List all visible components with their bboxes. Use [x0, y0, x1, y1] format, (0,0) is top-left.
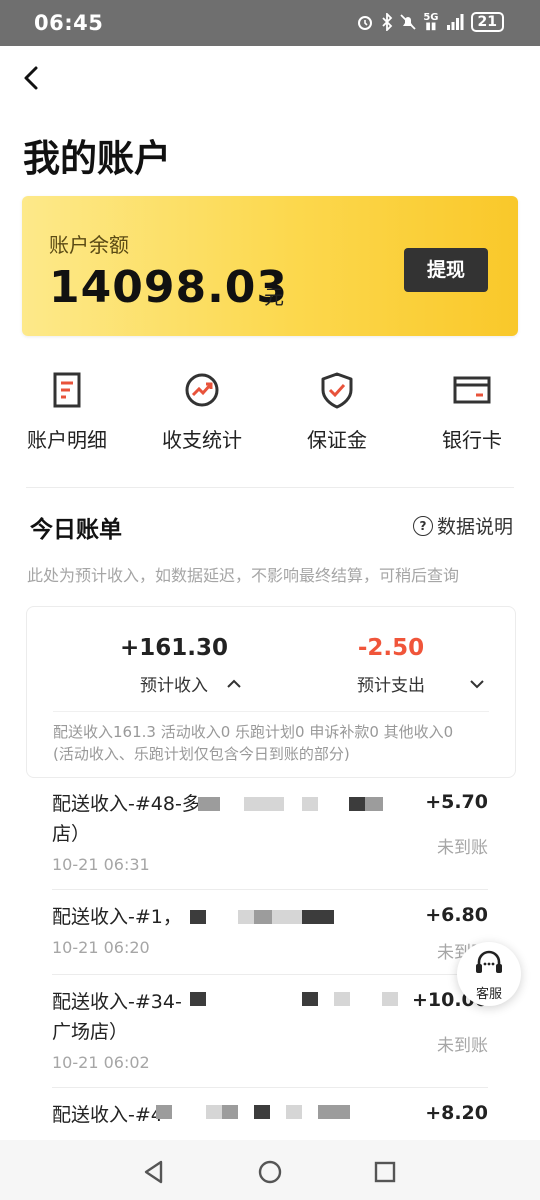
- question-icon: ?: [412, 515, 433, 536]
- summary-card: +161.30 预计收入 -2.50 预计支出 配送收入161.3 活动收入0 …: [26, 606, 516, 778]
- signal-icon: [446, 14, 464, 30]
- document-icon: [53, 372, 81, 408]
- data-help-label: 数据说明: [436, 516, 513, 538]
- bluetooth-icon: [382, 13, 393, 31]
- quick-action-label: 收支统计: [162, 428, 242, 452]
- redaction-mask: [190, 992, 206, 1006]
- redaction-mask: [365, 797, 383, 811]
- quick-action-statistics[interactable]: 收支统计: [142, 370, 262, 453]
- transaction-time: 10-21 06:20: [52, 938, 150, 957]
- trend-icon: [185, 373, 219, 407]
- today-bill-title: 今日账单: [30, 517, 122, 543]
- redaction-mask: [238, 910, 254, 924]
- redaction-mask: [254, 1105, 270, 1119]
- income-value: +161.30: [119, 635, 229, 661]
- transaction-row[interactable]: 配送收入-#34- 广场店） 10-21 06:02 +10.00 未到账: [52, 987, 488, 1087]
- transaction-time: 10-21 06:31: [52, 855, 150, 874]
- transaction-title: 配送收入-#4: [52, 1104, 163, 1126]
- redaction-mask: [302, 992, 318, 1006]
- redaction-mask: [254, 910, 272, 924]
- redaction-mask: [272, 910, 302, 924]
- balance-unit: 元: [264, 285, 284, 309]
- back-arrow-icon: [24, 66, 38, 90]
- nav-recent-icon[interactable]: [373, 1160, 397, 1184]
- transaction-row[interactable]: 配送收入-#4 +8.20: [52, 1100, 488, 1140]
- section-divider: [26, 487, 514, 488]
- quick-action-label: 账户明细: [27, 428, 107, 452]
- nav-back-icon[interactable]: [141, 1159, 167, 1185]
- redaction-mask: [222, 1105, 238, 1119]
- headset-icon: [476, 950, 502, 973]
- estimate-hint: 此处为预计收入，如数据延迟，不影响最终结算，可稍后查询: [27, 566, 460, 585]
- card-icon: [453, 376, 491, 404]
- redaction-mask: [334, 992, 350, 1006]
- balance-label: 账户余额: [49, 233, 129, 257]
- battery-indicator: 21: [470, 12, 504, 32]
- redaction-mask: [382, 992, 398, 1006]
- redaction-mask: [244, 797, 284, 811]
- chevron-up-icon[interactable]: [225, 675, 243, 693]
- status-icons: 5G ▮▮ 21: [356, 12, 504, 32]
- quick-actions: 账户明细 收支统计 保证金 银行卡: [0, 370, 540, 460]
- transaction-amount: +6.80: [425, 904, 488, 926]
- quick-action-account-details[interactable]: 账户明细: [7, 370, 127, 453]
- redaction-mask: [318, 1105, 350, 1119]
- transaction-amount: +8.20: [425, 1102, 488, 1124]
- alarm-icon: [358, 16, 373, 30]
- income-label: 预计收入: [140, 676, 208, 696]
- redaction-mask: [302, 797, 318, 811]
- quick-action-label: 银行卡: [442, 428, 502, 452]
- transaction-state: 未到账: [437, 838, 488, 858]
- system-nav-bar: [0, 1140, 540, 1200]
- redaction-mask: [206, 1105, 222, 1119]
- quick-action-deposit[interactable]: 保证金: [277, 370, 397, 453]
- expense-value: -2.50: [357, 635, 425, 661]
- balance-card: 账户余额 14098.03 元 提现: [22, 196, 518, 336]
- expense-label: 预计支出: [357, 676, 425, 696]
- income-breakdown: 配送收入161.3 活动收入0 乐跑计划0 申诉补款0 其他收入0 (活动收入、…: [53, 721, 453, 765]
- income-breakdown-note: (活动收入、乐跑计划仅包含今日到账的部分): [53, 745, 350, 763]
- row-divider: [52, 1087, 488, 1088]
- page-title: 我的账户: [23, 137, 171, 180]
- summary-divider: [53, 711, 489, 712]
- quick-action-bank-card[interactable]: 银行卡: [412, 370, 532, 453]
- status-time: 06:45: [34, 11, 104, 35]
- row-divider: [52, 889, 488, 890]
- back-button[interactable]: [14, 60, 50, 96]
- redaction-mask: [302, 910, 334, 924]
- withdraw-button[interactable]: 提现: [404, 248, 488, 292]
- customer-service-label: 客服: [475, 987, 502, 1002]
- chevron-down-icon[interactable]: [468, 675, 486, 693]
- customer-service-button[interactable]: 客服: [457, 942, 521, 1006]
- expense-summary[interactable]: -2.50 预计支出: [291, 635, 491, 696]
- balance-amount: 14098.03: [49, 262, 289, 313]
- status-bar: 06:45 5G ▮▮ 21: [0, 0, 540, 46]
- redaction-mask: [156, 1105, 172, 1119]
- nav-home-icon[interactable]: [257, 1159, 283, 1185]
- income-breakdown-line: 配送收入161.3 活动收入0 乐跑计划0 申诉补款0 其他收入0: [53, 723, 454, 741]
- redaction-mask: [286, 1105, 302, 1119]
- row-divider: [52, 974, 488, 975]
- network-indicator: 5G ▮▮: [423, 12, 439, 32]
- redaction-mask: [190, 910, 206, 924]
- mute-icon: [400, 14, 416, 30]
- transaction-amount: +5.70: [425, 791, 488, 813]
- quick-action-label: 保证金: [307, 428, 367, 452]
- transaction-time: 10-21 06:02: [52, 1053, 150, 1072]
- transaction-state: 未到账: [437, 1036, 488, 1056]
- redaction-mask: [198, 797, 220, 811]
- redaction-mask: [349, 797, 365, 811]
- shield-icon: [321, 372, 353, 409]
- data-help-link[interactable]: ? 数据说明: [412, 512, 513, 539]
- income-summary[interactable]: +161.30 预计收入: [74, 635, 274, 696]
